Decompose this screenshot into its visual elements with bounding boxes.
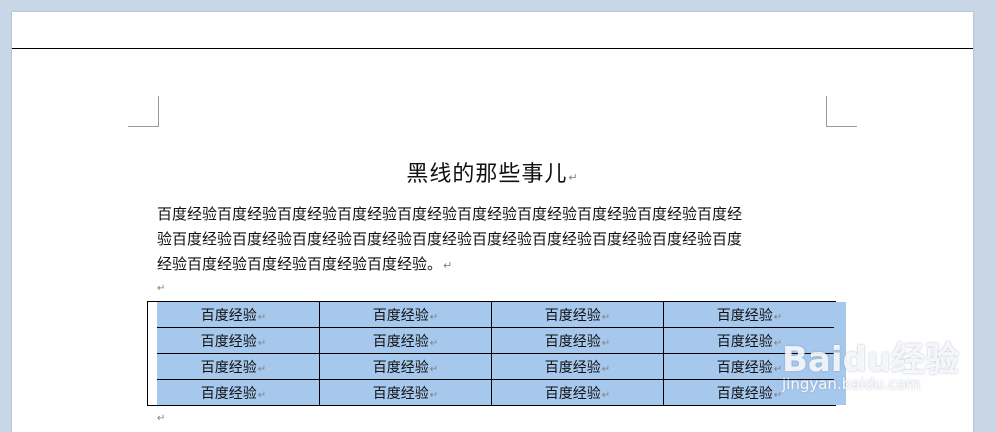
paragraph-mark-icon: ↵ xyxy=(568,171,579,184)
empty-paragraph-mark-icon: ↵ xyxy=(157,283,166,294)
margin-crop-mark-top-left xyxy=(128,96,159,127)
margin-crop-mark-top-right xyxy=(826,96,857,127)
table-cell[interactable]: 百度经验↵ xyxy=(147,353,320,380)
document-title[interactable]: 黑线的那些事儿↵ xyxy=(12,156,973,188)
table-row: 百度经验↵ 百度经验↵ 百度经验↵ 百度经验↵ xyxy=(147,327,836,354)
table-cell[interactable]: 百度经验↵ xyxy=(663,301,836,328)
paragraph-line: 经验百度经验百度经验百度经验百度经验。↵ xyxy=(157,255,453,273)
body-paragraph[interactable]: 百度经验百度经验百度经验百度经验百度经验百度经验百度经验百度经验百度经验百度经 … xyxy=(157,202,837,278)
table-cell[interactable]: 百度经验↵ xyxy=(319,353,492,380)
table-cell[interactable]: 百度经验↵ xyxy=(319,327,492,354)
watermark-url: jingyan.baidu.com xyxy=(782,375,921,393)
table-cell[interactable]: 百度经验↵ xyxy=(147,379,320,406)
table-cell[interactable]: 百度经验↵ xyxy=(319,301,492,328)
document-page[interactable]: 黑线的那些事儿↵ 百度经验百度经验百度经验百度经验百度经验百度经验百度经验百度经… xyxy=(12,12,973,432)
table-cell[interactable]: 百度经验↵ xyxy=(491,301,664,328)
table-row: 百度经验↵ 百度经验↵ 百度经验↵ 百度经验↵ xyxy=(147,301,836,328)
table-cell[interactable]: 百度经验↵ xyxy=(147,327,320,354)
table-left-margin xyxy=(148,302,157,405)
title-text: 黑线的那些事儿 xyxy=(406,162,568,187)
table-row: 百度经验↵ 百度经验↵ 百度经验↵ 百度经验↵ xyxy=(147,379,836,406)
paragraph-line: 百度经验百度经验百度经验百度经验百度经验百度经验百度经验百度经验百度经验百度经 xyxy=(157,205,743,223)
paragraph-line: 验百度经验百度经验百度经验百度经验百度经验百度经验百度经验百度经验百度经验百度 xyxy=(157,230,743,248)
paragraph-mark-icon: ↵ xyxy=(443,259,453,272)
table-cell[interactable]: 百度经验↵ xyxy=(491,353,664,380)
table-cell[interactable]: 百度经验↵ xyxy=(491,327,664,354)
table-row: 百度经验↵ 百度经验↵ 百度经验↵ 百度经验↵ xyxy=(147,353,836,380)
table-cell[interactable]: 百度经验↵ xyxy=(491,379,664,406)
header-divider xyxy=(12,48,973,49)
table-cell[interactable]: 百度经验↵ xyxy=(319,379,492,406)
watermark-logo: Baidu经验 xyxy=(782,340,960,380)
document-table[interactable]: 百度经验↵ 百度经验↵ 百度经验↵ 百度经验↵ 百度经验↵ 百度经验↵ 百度经验… xyxy=(147,301,836,406)
table-cell[interactable]: 百度经验↵ xyxy=(147,301,320,328)
empty-paragraph-mark-icon: ↵ xyxy=(157,413,166,424)
